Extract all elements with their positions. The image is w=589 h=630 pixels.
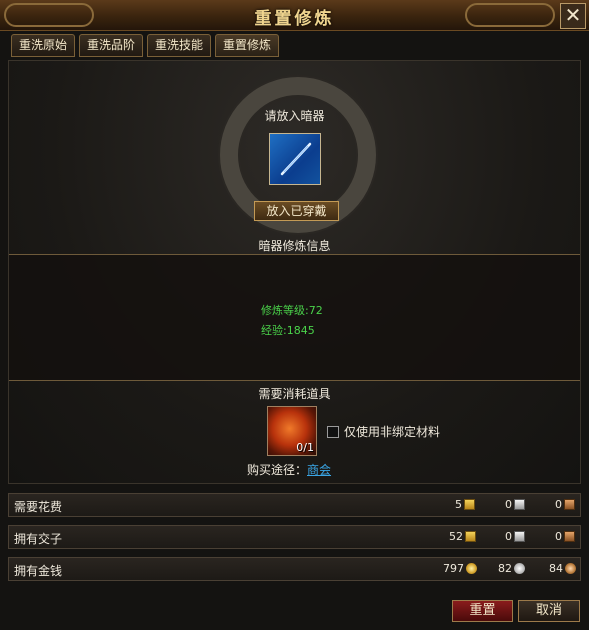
tab-reroll-grade[interactable]: 重洗品阶 bbox=[79, 34, 144, 57]
tab-reset-cultivation[interactable]: 重置修炼 bbox=[215, 34, 280, 57]
money-gold-value: 797 bbox=[443, 562, 464, 575]
cost-silver-value: 0 bbox=[505, 498, 512, 511]
cost-bronze: 0 bbox=[555, 498, 575, 511]
jiaozi-label: 拥有交子 bbox=[14, 532, 63, 546]
cost-gold-value: 5 bbox=[455, 498, 462, 511]
reset-cultivation-window: 重置修炼 ✕ 重洗原始 重洗品阶 重洗技能 重置修炼 请放入暗器 放入已穿戴 暗… bbox=[0, 0, 589, 630]
bronze-coin-icon bbox=[565, 563, 576, 574]
hidden-weapon-slot[interactable] bbox=[269, 133, 321, 185]
money-bronze: 84 bbox=[549, 562, 576, 575]
consume-title: 需要消耗道具 bbox=[258, 387, 331, 401]
unbound-only-label: 仅使用非绑定材料 bbox=[344, 425, 441, 439]
cost-silver: 0 bbox=[505, 498, 525, 511]
material-item-slot[interactable]: 0/1 bbox=[267, 406, 317, 456]
gold-coin-icon bbox=[466, 563, 477, 574]
jiaozi-bronze: 0 bbox=[555, 530, 575, 543]
gold-ingot-icon bbox=[464, 499, 475, 510]
jiaozi-silver-value: 0 bbox=[505, 530, 512, 543]
money-label: 拥有金钱 bbox=[14, 564, 63, 578]
main-panel: 请放入暗器 放入已穿戴 暗器修炼信息 修炼等级:72 经验:1845 需要消耗道… bbox=[8, 60, 581, 484]
cost-label: 需要花费 bbox=[14, 500, 63, 514]
unbound-only-checkbox[interactable] bbox=[327, 426, 339, 438]
needle-icon bbox=[280, 142, 312, 176]
window-title: 重置修炼 bbox=[254, 9, 335, 29]
money-gold: 797 bbox=[443, 562, 477, 575]
silver-ingot-icon bbox=[514, 531, 525, 542]
cost-row: 需要花费 5 0 0 bbox=[8, 493, 581, 517]
info-title: 暗器修炼信息 bbox=[258, 239, 331, 253]
item-count: 0/1 bbox=[296, 441, 314, 454]
bronze-ingot-icon bbox=[564, 499, 575, 510]
title-bar: 重置修炼 ✕ bbox=[0, 0, 589, 31]
money-silver-value: 82 bbox=[498, 562, 512, 575]
jiaozi-gold: 52 bbox=[449, 530, 476, 543]
money-row: 拥有金钱 797 82 84 bbox=[8, 557, 581, 581]
silver-ingot-icon bbox=[514, 499, 525, 510]
info-box: 修炼等级:72 经验:1845 bbox=[9, 254, 580, 381]
place-prompt: 请放入暗器 bbox=[264, 109, 325, 123]
jiaozi-bronze-value: 0 bbox=[555, 530, 562, 543]
jiaozi-row: 拥有交子 52 0 0 bbox=[8, 525, 581, 549]
cost-gold: 5 bbox=[455, 498, 475, 511]
jiaozi-gold-value: 52 bbox=[449, 530, 463, 543]
silver-coin-icon bbox=[514, 563, 525, 574]
buy-link-shop[interactable]: 商会 bbox=[307, 463, 331, 477]
bronze-ingot-icon bbox=[564, 531, 575, 542]
money-bronze-value: 84 bbox=[549, 562, 563, 575]
buy-source: 购买途径：商会 bbox=[247, 461, 331, 478]
close-button[interactable]: ✕ bbox=[560, 3, 586, 29]
money-silver: 82 bbox=[498, 562, 525, 575]
cultivation-level: 修炼等级:72 bbox=[261, 304, 323, 317]
reset-button[interactable]: 重置 bbox=[452, 600, 513, 622]
place-equipped-button[interactable]: 放入已穿戴 bbox=[254, 201, 339, 221]
tab-reroll-original[interactable]: 重洗原始 bbox=[11, 34, 76, 57]
buy-prefix: 购买途径： bbox=[247, 463, 308, 477]
cancel-button[interactable]: 取消 bbox=[518, 600, 580, 622]
experience: 经验:1845 bbox=[261, 324, 315, 337]
tab-bar: 重洗原始 重洗品阶 重洗技能 重置修炼 bbox=[11, 34, 280, 57]
tab-reroll-skill[interactable]: 重洗技能 bbox=[147, 34, 212, 57]
jiaozi-silver: 0 bbox=[505, 530, 525, 543]
gold-ingot-icon bbox=[465, 531, 476, 542]
cost-bronze-value: 0 bbox=[555, 498, 562, 511]
